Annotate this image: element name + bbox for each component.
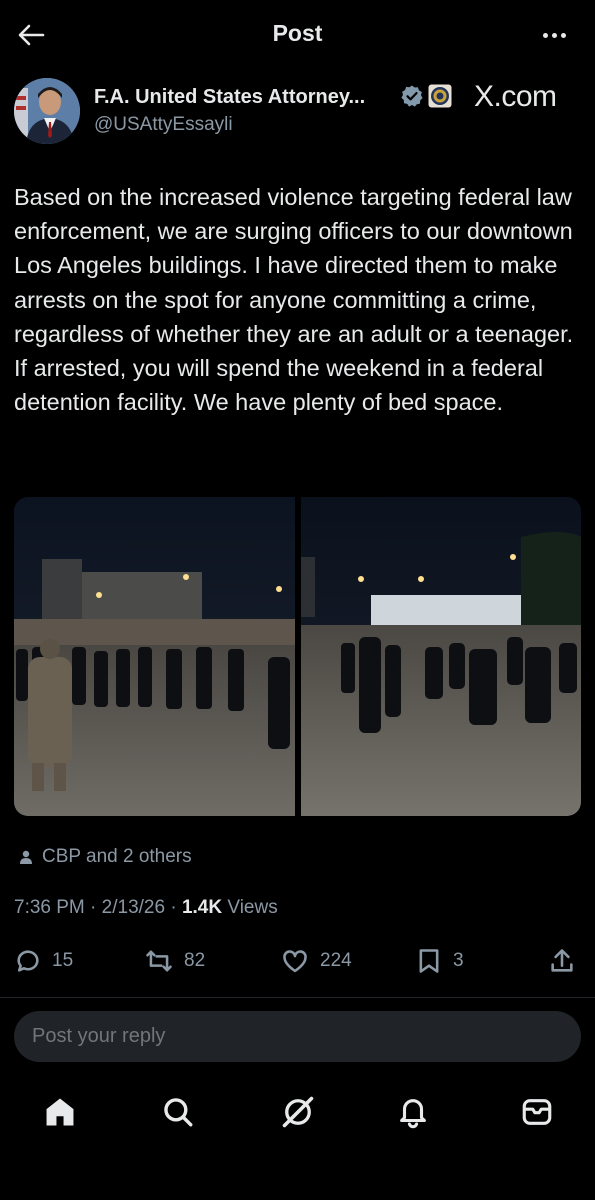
tab-search[interactable] <box>158 1092 198 1132</box>
xcom-watermark: X.com <box>474 80 557 113</box>
post-meta: 7:36 PM · 2/13/26 · 1.4K Views <box>14 897 278 918</box>
tab-home[interactable] <box>40 1092 80 1132</box>
photo-1[interactable] <box>14 497 295 816</box>
photo-2[interactable] <box>300 497 581 816</box>
bookmark-icon <box>419 949 439 973</box>
top-bar: Post <box>0 0 595 68</box>
more-icon <box>542 32 566 38</box>
messages-icon <box>522 1099 552 1125</box>
media-grid <box>14 497 581 816</box>
home-icon <box>46 1098 74 1126</box>
verified-icon <box>401 85 423 107</box>
tweet-text: Based on the increased violence targetin… <box>14 184 574 416</box>
like-count: 224 <box>320 950 352 971</box>
post-time: 7:36 PM <box>14 897 85 918</box>
page-title: Post <box>272 20 323 46</box>
grok-icon <box>282 1096 314 1128</box>
person-icon <box>20 850 32 864</box>
bottom-tab-bar <box>0 1078 595 1148</box>
author-badges <box>400 84 452 108</box>
avatar[interactable] <box>14 78 80 144</box>
like-icon <box>283 950 307 973</box>
bookmark-button[interactable]: 3 <box>415 944 464 978</box>
repost-button[interactable]: 82 <box>144 944 205 978</box>
liked-by-text: CBP and 2 others <box>42 846 192 867</box>
reply-placeholder: Post your reply <box>32 1025 166 1047</box>
views-count[interactable]: 1.4K <box>182 897 222 918</box>
author-row: F.A. United States Attorney... @USAttyEs… <box>14 78 584 148</box>
author-handle[interactable]: @USAttyEssayli <box>94 114 233 136</box>
more-button[interactable] <box>537 18 571 52</box>
tab-notifications[interactable] <box>393 1092 433 1132</box>
repost-count: 82 <box>184 950 206 971</box>
like-button[interactable]: 224 <box>280 944 352 978</box>
reply-icon <box>17 950 39 972</box>
views-label: Views <box>227 897 278 918</box>
tab-grok[interactable] <box>278 1092 318 1132</box>
share-button[interactable] <box>548 944 576 978</box>
reply-count: 15 <box>52 950 74 971</box>
tab-messages[interactable] <box>517 1092 557 1132</box>
notifications-icon <box>400 1099 426 1129</box>
liked-by[interactable]: CBP and 2 others <box>18 846 192 868</box>
action-bar: 15 82 224 3 <box>14 944 581 980</box>
reply-input[interactable]: Post your reply <box>14 1011 581 1062</box>
post-date: 2/13/26 <box>101 897 166 918</box>
divider <box>0 997 595 998</box>
repost-icon <box>146 950 172 972</box>
doj-seal-icon <box>428 84 452 108</box>
author-name[interactable]: F.A. United States Attorney... <box>94 86 365 109</box>
bookmark-count: 3 <box>453 950 464 971</box>
search-icon <box>164 1098 193 1127</box>
share-icon <box>551 949 573 972</box>
reply-button[interactable]: 15 <box>14 944 73 978</box>
